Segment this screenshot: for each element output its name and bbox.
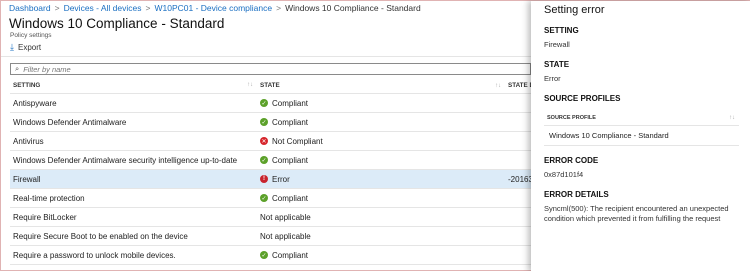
page-subtitle: Policy settings bbox=[10, 32, 52, 39]
state-text: Not Compliant bbox=[272, 136, 323, 146]
error-code-label: ERROR CODE bbox=[544, 156, 599, 165]
column-header-label: STATE bbox=[260, 82, 280, 89]
column-header-state[interactable]: STATE ↑↓ bbox=[257, 82, 505, 89]
column-header-state-details[interactable]: STATE D bbox=[505, 82, 531, 89]
state-text: Compliant bbox=[272, 193, 309, 203]
setting-cell: Windows Defender Antimalware bbox=[13, 117, 127, 127]
setting-cell: Windows Defender Antimalware security in… bbox=[13, 155, 238, 165]
breadcrumb: Dashboard > Devices - All devices > W10P… bbox=[1, 1, 531, 15]
setting-label: SETTING bbox=[544, 26, 579, 35]
source-profile-column-label: SOURCE PROFILE bbox=[547, 114, 596, 121]
state-text: Compliant bbox=[272, 155, 309, 165]
filter-placeholder: Filter by name bbox=[23, 64, 71, 74]
state-cell: Not applicable bbox=[257, 232, 505, 241]
table-row[interactable]: Require a password to unlock mobile devi… bbox=[10, 246, 531, 265]
table-header: SETTING ↑↓ STATE ↑↓ STATE D bbox=[10, 78, 531, 94]
error-details-value: Syncml(500): The recipient encountered a… bbox=[544, 204, 729, 223]
check-circle-icon: ✓ bbox=[260, 251, 268, 259]
state-cell: ! Error bbox=[257, 175, 505, 184]
source-profiles-label: SOURCE PROFILES bbox=[544, 94, 621, 103]
state-text: Compliant bbox=[272, 117, 309, 127]
state-details-cell: -20163 bbox=[508, 174, 531, 184]
state-text: Error bbox=[272, 174, 290, 184]
setting-cell: Require a password to unlock mobile devi… bbox=[13, 250, 176, 260]
column-header-setting[interactable]: SETTING ↑↓ bbox=[10, 82, 257, 89]
state-label: STATE bbox=[544, 60, 570, 69]
error-code-value: 0x87d101f4 bbox=[544, 170, 584, 179]
sort-icon: ↑↓ bbox=[729, 114, 735, 121]
setting-value: Firewall bbox=[544, 40, 570, 49]
setting-cell: Real-time protection bbox=[13, 193, 85, 203]
setting-cell: Firewall bbox=[13, 174, 41, 184]
filter-input[interactable]: ⌕ Filter by name bbox=[10, 63, 531, 75]
breadcrumb-separator: > bbox=[145, 3, 151, 13]
error-circle-icon: ! bbox=[260, 175, 268, 183]
breadcrumb-separator: > bbox=[54, 3, 60, 13]
table-row[interactable]: Firewall! Error -20163 bbox=[10, 170, 531, 189]
sort-icon: ↑↓ bbox=[247, 82, 253, 88]
table-row[interactable]: Windows Defender Antimalware security in… bbox=[10, 151, 531, 170]
check-circle-icon: ✓ bbox=[260, 156, 268, 164]
table-row[interactable]: Real-time protection ✓ Compliant bbox=[10, 189, 531, 208]
source-profile-column-header[interactable]: SOURCE PROFILE ↑↓ bbox=[544, 110, 739, 126]
divider bbox=[1, 56, 531, 57]
sort-icon: ↑↓ bbox=[495, 82, 501, 89]
table-row[interactable]: Require Secure Boot to be enabled on the… bbox=[10, 227, 531, 246]
table-row[interactable]: Require BitLocker Not applicable bbox=[10, 208, 531, 227]
state-cell: ✓ Compliant bbox=[257, 194, 505, 203]
source-profile-row[interactable]: Windows 10 Compliance - Standard bbox=[544, 126, 739, 146]
setting-cell: Require BitLocker bbox=[13, 212, 77, 222]
setting-cell: Require Secure Boot to be enabled on the… bbox=[13, 231, 188, 241]
state-text: Not applicable bbox=[260, 212, 311, 222]
state-text: Compliant bbox=[272, 250, 309, 260]
page-title: Windows 10 Compliance - Standard bbox=[9, 16, 225, 31]
export-label: Export bbox=[17, 43, 42, 52]
settings-table: SETTING ↑↓ STATE ↑↓ STATE D Antispyware ✓… bbox=[10, 78, 531, 265]
setting-cell: Antispyware bbox=[13, 98, 57, 108]
state-text: Not applicable bbox=[260, 231, 311, 241]
table-row[interactable]: Windows Defender Antimalware ✓ Compliant bbox=[10, 113, 531, 132]
table-row[interactable]: Antispyware ✓ Compliant bbox=[10, 94, 531, 113]
breadcrumb-all-devices[interactable]: Devices - All devices bbox=[64, 3, 142, 13]
breadcrumb-dashboard[interactable]: Dashboard bbox=[9, 3, 51, 13]
check-circle-icon: ✓ bbox=[260, 118, 268, 126]
breadcrumb-device-compliance[interactable]: W10PC01 - Device compliance bbox=[154, 3, 272, 13]
column-header-label: SETTING bbox=[13, 82, 41, 89]
breadcrumb-separator: > bbox=[276, 3, 282, 13]
state-cell: ✓ Compliant bbox=[257, 156, 505, 165]
state-text: Compliant bbox=[272, 98, 309, 108]
export-button[interactable]: ⤓ Export bbox=[10, 42, 41, 53]
state-value: Error bbox=[544, 74, 561, 83]
table-row[interactable]: Antivirus ✕ Not Compliant bbox=[10, 132, 531, 151]
x-circle-icon: ✕ bbox=[260, 137, 268, 145]
breadcrumb-current: Windows 10 Compliance - Standard bbox=[285, 3, 421, 13]
state-cell: ✕ Not Compliant bbox=[257, 137, 505, 146]
state-cell: Not applicable bbox=[257, 213, 505, 222]
state-cell: ✓ Compliant bbox=[257, 99, 505, 108]
search-icon: ⌕ bbox=[15, 64, 20, 73]
state-cell: ✓ Compliant bbox=[257, 251, 505, 260]
setting-error-panel: Setting error SETTING Firewall STATE Err… bbox=[531, 1, 750, 271]
panel-title: Setting error bbox=[544, 4, 605, 16]
check-circle-icon: ✓ bbox=[260, 194, 268, 202]
error-details-label: ERROR DETAILS bbox=[544, 190, 609, 199]
state-cell: ✓ Compliant bbox=[257, 118, 505, 127]
download-icon: ⤓ bbox=[10, 42, 14, 52]
setting-cell: Antivirus bbox=[13, 136, 44, 146]
check-circle-icon: ✓ bbox=[260, 99, 268, 107]
